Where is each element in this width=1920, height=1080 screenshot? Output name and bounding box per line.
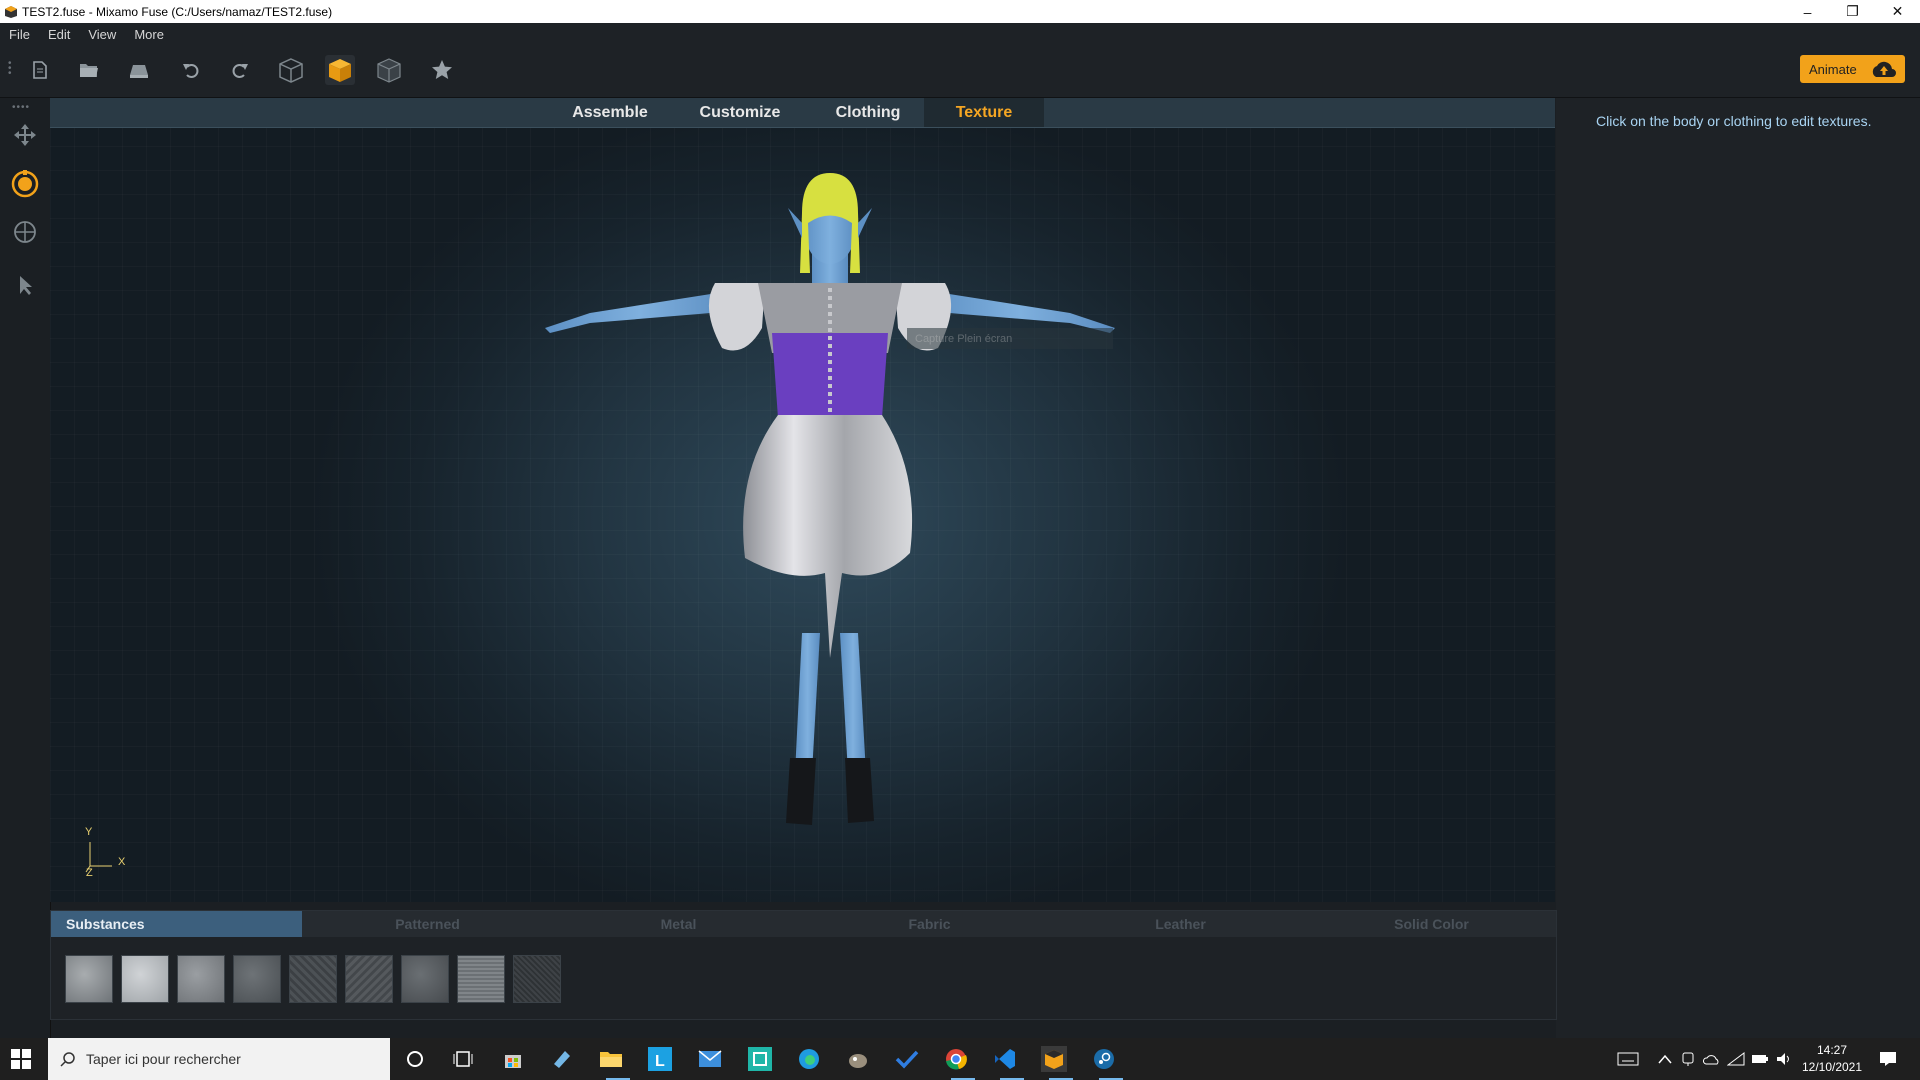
redo-icon[interactable] — [225, 55, 255, 85]
window-title: TEST2.fuse - Mixamo Fuse (C:/Users/namaz… — [22, 4, 333, 19]
left-toolbar-grip-icon: •••• — [12, 102, 31, 113]
steam-icon[interactable] — [1091, 1046, 1117, 1072]
file-explorer-icon[interactable] — [598, 1046, 624, 1072]
character-model[interactable] — [490, 153, 1170, 853]
app-blue-icon[interactable] — [549, 1046, 575, 1072]
gimp-icon[interactable] — [845, 1046, 871, 1072]
keyboard-icon[interactable] — [1615, 1046, 1641, 1072]
windows-start-icon[interactable] — [10, 1048, 32, 1070]
menu-more[interactable]: More — [125, 27, 173, 42]
restore-button[interactable]: ❐ — [1830, 0, 1875, 23]
vscode-icon[interactable] — [992, 1046, 1018, 1072]
undo-icon[interactable] — [176, 55, 206, 85]
3d-viewport[interactable]: Assemble Customize Clothing Texture Capt… — [50, 98, 1555, 902]
axis-gizmo: Y X Z — [80, 826, 140, 886]
webcam-icon[interactable] — [1675, 1046, 1701, 1072]
outline-cube-icon[interactable] — [374, 55, 404, 85]
taskbar-clock[interactable]: 14:27 12/10/2021 — [1797, 1042, 1867, 1076]
texture-hint-text: Click on the body or clothing to edit te… — [1596, 113, 1872, 129]
menu-edit[interactable]: Edit — [39, 27, 79, 42]
animate-label: Animate — [1809, 61, 1857, 77]
material-swatch[interactable] — [513, 955, 561, 1003]
screen-capture-tooltip: Capture Plein écran — [907, 328, 1113, 349]
app-l-icon[interactable]: L — [647, 1046, 673, 1072]
material-swatch[interactable] — [65, 955, 113, 1003]
favorite-star-icon[interactable] — [427, 55, 457, 85]
mode-tabs: Assemble Customize Clothing Texture — [50, 98, 1555, 128]
move-tool-icon[interactable] — [8, 118, 42, 152]
textured-cube-icon[interactable] — [325, 55, 355, 85]
close-button[interactable]: ✕ — [1875, 0, 1920, 23]
material-swatch[interactable] — [457, 955, 505, 1003]
material-swatch[interactable] — [233, 955, 281, 1003]
mixamo-fuse-logo-icon — [5, 5, 17, 18]
search-icon — [60, 1052, 75, 1067]
edge-browser-icon[interactable] — [796, 1046, 822, 1072]
minimize-button[interactable]: – — [1785, 0, 1830, 23]
store-icon[interactable] — [500, 1046, 526, 1072]
tab-texture[interactable]: Texture — [924, 98, 1044, 127]
tab-patterned[interactable]: Patterned — [302, 911, 553, 937]
windows-taskbar: Taper ici pour rechercher L 14:27 12/10/… — [0, 1038, 1920, 1080]
tab-substances[interactable]: Substances — [51, 911, 302, 937]
material-library: Substances Patterned Metal Fabric Leathe… — [50, 910, 1557, 1020]
new-file-icon[interactable] — [25, 55, 55, 85]
material-tabs: Substances Patterned Metal Fabric Leathe… — [51, 911, 1556, 937]
axis-lines-icon — [85, 842, 112, 873]
taskbar-search-box[interactable]: Taper ici pour rechercher — [48, 1038, 390, 1080]
material-swatch[interactable] — [345, 955, 393, 1003]
menu-view[interactable]: View — [79, 27, 125, 42]
material-swatch[interactable] — [401, 955, 449, 1003]
material-swatch[interactable] — [121, 955, 169, 1003]
app-green-icon[interactable] — [747, 1046, 773, 1072]
animate-button[interactable]: Animate — [1800, 55, 1905, 83]
material-swatch[interactable] — [289, 955, 337, 1003]
title-bar: TEST2.fuse - Mixamo Fuse (C:/Users/namaz… — [0, 0, 1920, 23]
volume-icon[interactable] — [1771, 1046, 1797, 1072]
rotate-tool-icon[interactable] — [8, 167, 42, 201]
left-toolbar: •••• — [0, 98, 51, 1038]
task-view-icon[interactable] — [450, 1046, 476, 1072]
tab-metal[interactable]: Metal — [553, 911, 804, 937]
notification-center-icon[interactable] — [1875, 1046, 1901, 1072]
menu-bar: File Edit View More — [0, 23, 1920, 45]
cortana-icon[interactable] — [402, 1046, 428, 1072]
save-icon[interactable] — [124, 55, 154, 85]
onedrive-cloud-icon[interactable] — [1699, 1046, 1725, 1072]
svg-text:L: L — [655, 1053, 665, 1070]
select-pointer-icon[interactable] — [8, 268, 42, 302]
clock-date: 12/10/2021 — [1801, 1060, 1863, 1074]
menu-file[interactable]: File — [0, 27, 39, 42]
clock-time: 14:27 — [1816, 1043, 1848, 1057]
search-placeholder: Taper ici pour rechercher — [86, 1051, 241, 1067]
battery-icon[interactable] — [1747, 1046, 1773, 1072]
todo-check-icon[interactable] — [894, 1046, 920, 1072]
tab-customize[interactable]: Customize — [680, 98, 800, 127]
open-folder-icon[interactable] — [74, 55, 104, 85]
tab-clothing[interactable]: Clothing — [813, 98, 923, 127]
material-swatch[interactable] — [177, 955, 225, 1003]
wifi-icon[interactable] — [1723, 1046, 1749, 1072]
texture-properties-panel: Click on the body or clothing to edit te… — [1556, 98, 1920, 1038]
mail-icon[interactable] — [697, 1046, 723, 1072]
wireframe-cube-icon[interactable] — [276, 55, 306, 85]
tab-leather[interactable]: Leather — [1055, 911, 1306, 937]
toolbar: • • • — [0, 45, 1920, 98]
tab-assemble[interactable]: Assemble — [560, 98, 660, 127]
tab-solid-color[interactable]: Solid Color — [1306, 911, 1557, 937]
mixamo-fuse-taskbar-icon[interactable] — [1041, 1046, 1067, 1072]
cloud-upload-icon — [1872, 61, 1896, 77]
toolbar-grip-icon: • • • — [8, 58, 12, 79]
chrome-icon[interactable] — [943, 1046, 969, 1072]
tab-fabric[interactable]: Fabric — [804, 911, 1055, 937]
target-tool-icon[interactable] — [8, 215, 42, 249]
